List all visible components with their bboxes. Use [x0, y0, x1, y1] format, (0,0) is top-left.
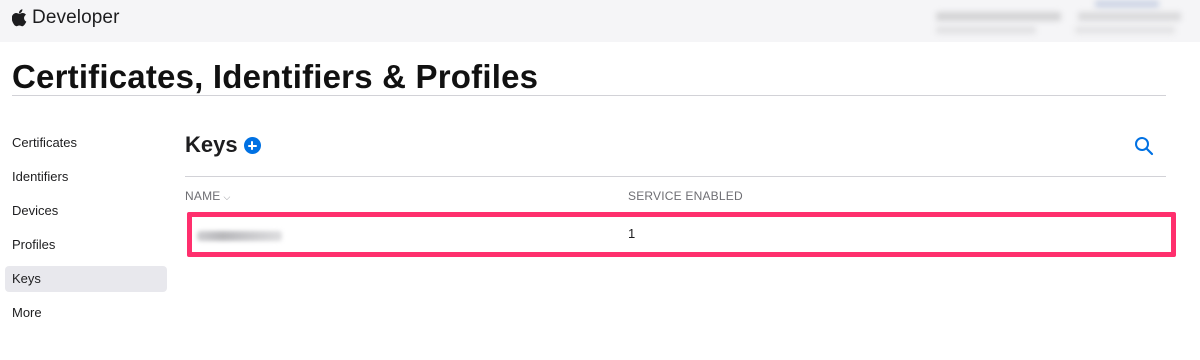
- apple-logo-icon: [12, 9, 27, 27]
- table-row[interactable]: 1: [187, 212, 1176, 257]
- chevron-down-icon: ⌵: [223, 192, 231, 202]
- sidebar-item-certificates[interactable]: Certificates: [5, 130, 167, 156]
- page-title: Certificates, Identifiers & Profiles: [12, 58, 539, 95]
- service-enabled-count: 1: [628, 226, 636, 241]
- sidebar-item-identifiers[interactable]: Identifiers: [5, 164, 167, 190]
- search-icon[interactable]: [1134, 136, 1154, 156]
- section-title: Keys: [185, 132, 238, 157]
- keys-header: Keys: [185, 130, 1166, 160]
- sidebar-item-devices[interactable]: Devices: [5, 198, 167, 224]
- key-name-redacted: [197, 231, 282, 241]
- column-header-name[interactable]: NAME ⌵: [185, 189, 231, 203]
- column-header-name-label: NAME: [185, 189, 221, 203]
- sidebar-item-more[interactable]: More: [5, 300, 167, 326]
- table-divider: [185, 176, 1166, 177]
- title-divider: [12, 95, 1166, 96]
- plus-circle-icon[interactable]: [243, 137, 261, 154]
- top-navigation-bar: Developer: [0, 0, 1200, 42]
- developer-home-link[interactable]: Developer: [12, 7, 120, 29]
- sidebar-nav: Certificates Identifiers Devices Profile…: [5, 130, 167, 334]
- column-header-service-enabled: SERVICE ENABLED: [628, 189, 743, 203]
- sidebar-item-keys[interactable]: Keys: [5, 266, 167, 292]
- sidebar-item-profiles[interactable]: Profiles: [5, 232, 167, 258]
- keys-panel: Keys NAME ⌵ SERVICE ENABLED 1: [185, 130, 1176, 257]
- brand-label: Developer: [32, 7, 120, 28]
